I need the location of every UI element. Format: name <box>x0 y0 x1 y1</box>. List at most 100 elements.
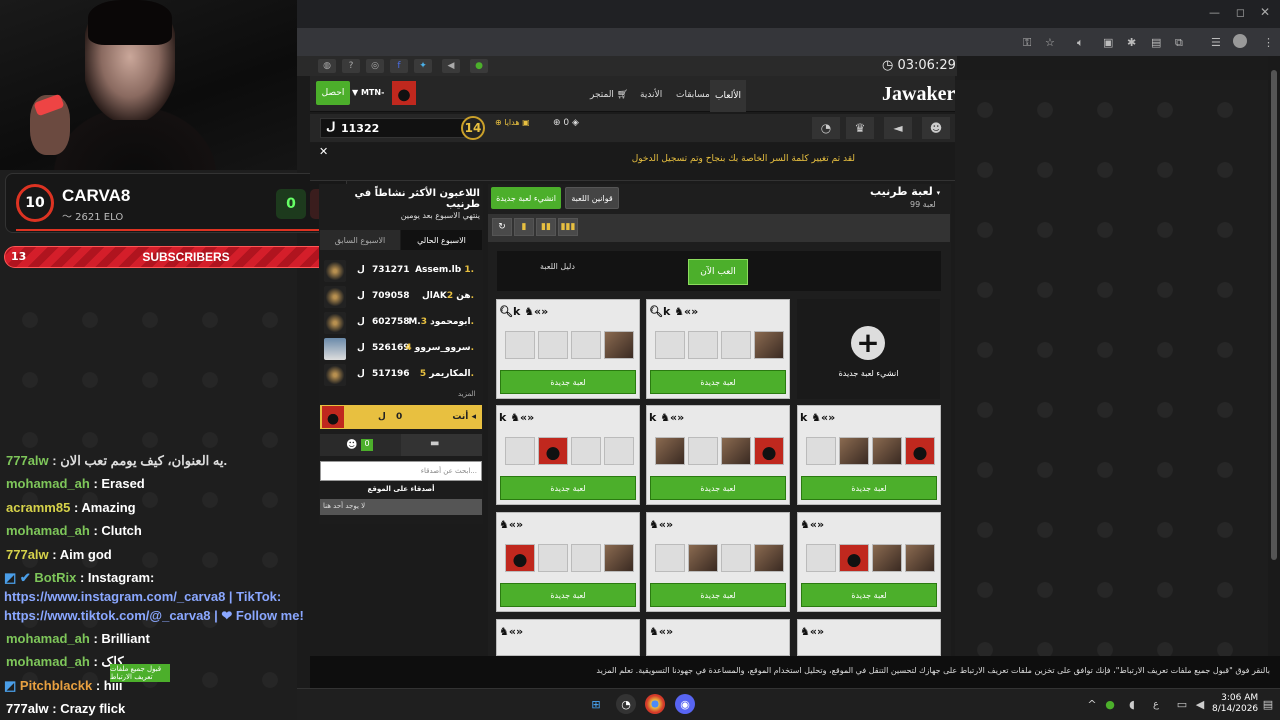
tray-chevron-icon[interactable]: ^ <box>1082 694 1102 714</box>
create-game-button[interactable]: انشيء لعبة جديدة <box>491 187 561 209</box>
new-game-button[interactable]: لعبة جديدة <box>500 583 636 607</box>
game-table-card[interactable]: k ♞«» لعبة جديدة <box>646 405 790 505</box>
site-logo[interactable]: Jawaker <box>882 83 955 106</box>
chat-link[interactable]: https://www.instagram.com/_carva8 | TikT… <box>4 589 281 604</box>
buy-button[interactable]: احصل <box>316 81 350 105</box>
friend-search-input[interactable]: ابحث عن أصدقاء... <box>320 461 482 481</box>
facebook-icon[interactable]: f <box>390 59 408 73</box>
game-table-card[interactable]: ♞«» <box>646 619 790 656</box>
menu-dots-icon[interactable]: ⋮ <box>1263 36 1274 49</box>
new-game-button[interactable]: لعبة جديدة <box>650 583 786 607</box>
chat-line: ◩ ✔ BotRix : Instagram: <box>4 570 155 585</box>
new-game-button[interactable]: لعبة جديدة <box>650 476 786 500</box>
more-link[interactable]: المزيد <box>458 390 476 398</box>
gamepad-icon[interactable]: ● <box>470 59 488 73</box>
game-rules-button[interactable]: قوانين اللعبة <box>565 187 619 209</box>
friends-icon[interactable]: ☻ <box>922 117 950 139</box>
reading-list-icon[interactable]: ☰ <box>1211 36 1221 49</box>
player-avatar <box>324 286 346 308</box>
extension-icon[interactable]: ▤ <box>1151 36 1161 49</box>
maximize-icon[interactable]: ◻ <box>1236 6 1245 19</box>
game-table-card[interactable]: ♞«» <box>496 619 640 656</box>
microphone-icon[interactable]: ◖ <box>1122 694 1142 714</box>
rss-icon[interactable]: ◔ <box>812 117 840 139</box>
chat-bubble-icon[interactable]: ▬ <box>430 438 439 449</box>
new-game-button[interactable]: لعبة جديدة <box>500 370 636 394</box>
nav-tournaments[interactable]: مسابقات <box>676 90 710 100</box>
chrome-icon[interactable] <box>645 694 665 714</box>
discord-icon[interactable]: ◉ <box>675 694 695 714</box>
player-avatar <box>324 364 346 386</box>
chat-line: mohamad_ah : Erased <box>6 476 145 491</box>
chat-link[interactable]: https://www.tiktok.com/@_carva8 | ❤ Foll… <box>4 608 304 624</box>
game-table-card[interactable]: k ♞«» لعبة جديدة <box>496 405 640 505</box>
megaphone-icon[interactable]: ◄ <box>884 117 912 139</box>
leaderboard-row[interactable]: ل 602758 M.ابومحمود 3. <box>322 311 480 335</box>
leaderboard-row[interactable]: ل 517196 المكاريمر 5. <box>322 363 480 387</box>
game-guide-link[interactable]: دليل اللعبة <box>540 262 575 271</box>
browser-tab-bar: — ◻ ✕ <box>297 0 1280 28</box>
volume-icon[interactable]: ◀ <box>1190 694 1210 714</box>
new-game-button[interactable]: لعبة جديدة <box>650 370 786 394</box>
trophy-icon[interactable]: ♛ <box>846 117 874 139</box>
elo-rating: 〜 2621 ELO <box>62 212 124 223</box>
key-icon[interactable]: ⚿ <box>1023 36 1031 50</box>
minimize-icon[interactable]: — <box>1209 6 1220 19</box>
tray-app-icon[interactable]: ● <box>1100 694 1120 714</box>
bookmark-star-icon[interactable]: ☆ <box>1045 36 1055 49</box>
new-game-button[interactable]: لعبة جديدة <box>801 476 937 500</box>
extensions-puzzle-icon[interactable]: ⧉ <box>1175 36 1183 50</box>
leaderboard-row[interactable]: ل 526169 سروو_سروو 4. <box>322 337 480 361</box>
help-icon[interactable]: ? <box>342 59 360 73</box>
network-icon[interactable]: ▭ <box>1172 694 1192 714</box>
accept-cookies-button[interactable]: قبول جميع ملفات تعريف الارتباط <box>110 664 170 682</box>
table-options-icon: ♞«» <box>649 625 674 638</box>
globe-icon[interactable]: ◍ <box>318 59 336 73</box>
app-icon[interactable]: ◔ <box>616 694 636 714</box>
scrollbar-thumb[interactable] <box>1271 70 1277 560</box>
new-game-button[interactable]: لعبة جديدة <box>500 476 636 500</box>
filter-icon[interactable]: ▮ <box>514 218 534 236</box>
game-table-card[interactable]: ♞«» <box>797 619 941 656</box>
windows-start-icon[interactable]: ⊞ <box>586 694 606 714</box>
extension-icon[interactable]: ✱ <box>1127 36 1136 49</box>
tab-current-week[interactable]: الاسبوع الحالي <box>401 230 482 250</box>
twitter-icon[interactable]: ✦ <box>414 59 432 73</box>
filter-icon[interactable]: ▮▮ <box>536 218 556 236</box>
notice-text: لقد تم تغيير كلمة السر الخاصة بك بنجاح و… <box>631 154 855 164</box>
notifications-icon[interactable]: ▤ <box>1258 694 1278 714</box>
cookie-banner: بالنقر فوق "قبول جميع ملفات تعريف الارتب… <box>310 656 1280 688</box>
leaderboard-row[interactable]: ل 731271 Assem.lb 1. <box>322 259 480 283</box>
user-avatar[interactable] <box>392 81 416 105</box>
instagram-icon[interactable]: ◎ <box>366 59 384 73</box>
system-clock[interactable]: 3:06 AM 8/14/2026 <box>1212 693 1258 715</box>
nav-clubs[interactable]: الأندية <box>640 90 662 100</box>
close-notice-icon[interactable]: ✕ <box>319 145 328 158</box>
game-table-card[interactable]: 🔍︎k ♞«» لعبة جديدة <box>496 299 640 399</box>
gifts-button[interactable]: ⊕ هدايا ▣ <box>495 118 530 127</box>
session-clock: ◷ 03:06:29 <box>882 58 956 73</box>
profile-avatar[interactable] <box>1233 34 1247 48</box>
friends-icon[interactable]: ☻ <box>346 438 357 451</box>
refresh-icon[interactable]: ↻ <box>492 218 512 236</box>
game-table-card[interactable]: ♞«» لعبة جديدة <box>797 512 941 612</box>
sound-icon[interactable]: ◀ <box>442 59 460 73</box>
nav-store[interactable]: المتجر 🛒︎ <box>590 90 628 100</box>
carrier-select[interactable]: ▼ MTN- <box>352 88 384 97</box>
tab-previous-week[interactable]: الاسبوع السابق <box>320 230 400 250</box>
game-table-card[interactable]: ♞«» لعبة جديدة <box>646 512 790 612</box>
extension-icon[interactable]: ▣ <box>1103 36 1113 49</box>
language-indicator[interactable]: ع <box>1146 694 1166 714</box>
play-now-button[interactable]: العب الآن <box>688 259 748 285</box>
filter-icon[interactable]: ▮▮▮ <box>558 218 578 236</box>
mute-tab-icon[interactable]: 🔈︎ <box>1077 36 1084 50</box>
nav-games[interactable]: الألعاب <box>710 80 746 112</box>
new-game-button[interactable]: لعبة جديدة <box>801 583 937 607</box>
game-table-card[interactable]: ♞«» لعبة جديدة <box>496 512 640 612</box>
tokens[interactable]: ⊕ 0 ◈ <box>553 118 579 128</box>
create-game-card[interactable]: + انشيء لعبة جديدة <box>797 299 940 399</box>
leaderboard-row[interactable]: ل 709058 الAKهن 2. <box>322 285 480 309</box>
close-window-icon[interactable]: ✕ <box>1260 5 1270 19</box>
game-table-card[interactable]: k ♞«» لعبة جديدة <box>797 405 941 505</box>
game-table-card[interactable]: 🔍︎k ♞«» لعبة جديدة <box>646 299 790 399</box>
